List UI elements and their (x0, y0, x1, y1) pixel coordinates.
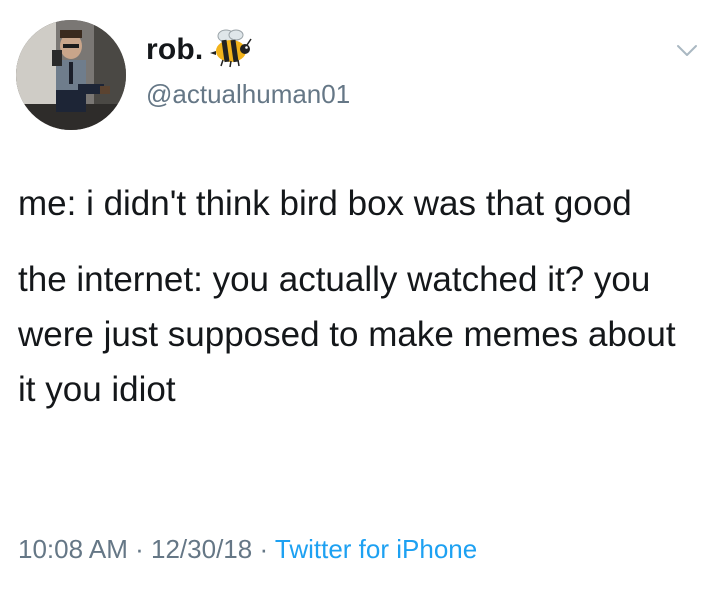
tweet-date[interactable]: 12/30/18 (151, 534, 252, 564)
tweet-paragraph: me: i didn't think bird box was that goo… (18, 184, 632, 223)
user-handle[interactable]: @actualhuman01 (146, 79, 350, 109)
tweet-paragraph: the internet: you actually watched it? y… (18, 260, 676, 409)
avatar[interactable] (16, 20, 126, 130)
meta-separator: · (259, 534, 269, 564)
chevron-down-icon[interactable] (676, 44, 698, 58)
tweet-card: rob. @actualhuman01 me: i didn't think b… (0, 0, 714, 590)
tweet-text: me: i didn't think bird box was that goo… (18, 176, 698, 417)
avatar-photo (16, 20, 126, 130)
tweet-time[interactable]: 10:08 AM (18, 534, 128, 564)
display-name[interactable]: rob. (146, 33, 203, 67)
tweet-source-link[interactable]: Twitter for iPhone (275, 534, 477, 564)
tweet-meta: 10:08 AM · 12/30/18 · Twitter for iPhone (18, 534, 477, 564)
bee-icon (210, 29, 252, 68)
meta-separator: · (135, 534, 144, 564)
